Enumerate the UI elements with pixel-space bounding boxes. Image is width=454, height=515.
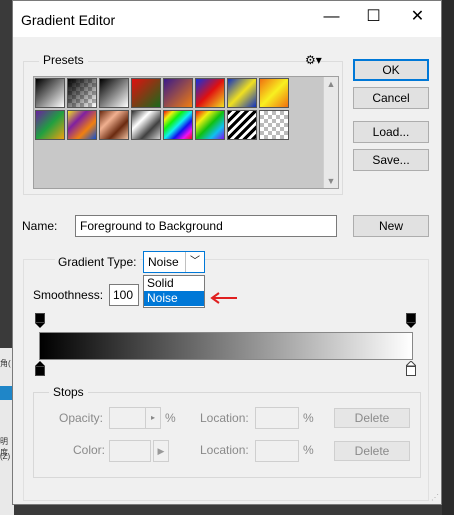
cancel-button[interactable]: Cancel <box>353 87 429 109</box>
load-button[interactable]: Load... <box>353 121 429 143</box>
color-stop-left[interactable] <box>35 361 45 377</box>
presets-label: Presets <box>39 53 88 67</box>
stops-label: Stops <box>49 385 88 399</box>
new-button[interactable]: New <box>353 215 429 237</box>
gradient-preview-bar[interactable] <box>39 332 413 360</box>
delete-color-stop-button[interactable]: Delete <box>334 441 410 461</box>
bg-text-1: 角( <box>0 359 11 368</box>
preset-swatch[interactable] <box>227 78 257 108</box>
scroll-up-icon[interactable]: ▲ <box>326 79 336 89</box>
gradient-type-select[interactable]: Noise ﹀ <box>143 251 205 273</box>
stops-group <box>33 392 421 478</box>
preset-swatch[interactable] <box>67 110 97 140</box>
gradient-type-dropdown[interactable]: Solid Noise <box>143 275 205 308</box>
gear-icon[interactable]: ⚙▾ <box>305 53 322 67</box>
location-label-opacity: Location: <box>200 411 249 425</box>
opacity-input[interactable]: ▸ <box>109 407 161 429</box>
preset-swatch[interactable] <box>35 78 65 108</box>
preset-swatch[interactable] <box>163 78 193 108</box>
preset-swatch[interactable] <box>99 78 129 108</box>
opacity-stop-right[interactable] <box>406 313 416 329</box>
location-input-opacity[interactable] <box>255 407 299 429</box>
chevron-down-icon[interactable]: ﹀ <box>185 252 204 272</box>
presets-grid: ▲ ▼ <box>33 76 339 189</box>
location-input-color[interactable] <box>255 440 299 462</box>
scroll-down-icon[interactable]: ▼ <box>326 176 336 186</box>
smoothness-input[interactable]: 100 <box>109 284 139 306</box>
window-title: Gradient Editor <box>21 12 116 28</box>
close-button[interactable]: ✕ <box>395 1 440 33</box>
preset-swatch[interactable] <box>259 78 289 108</box>
dropdown-option-solid[interactable]: Solid <box>144 276 204 291</box>
location-unit-opacity: % <box>303 411 314 425</box>
color-picker-arrow-icon[interactable]: ▶ <box>153 440 169 462</box>
resize-grip-icon[interactable]: ⋰ <box>431 493 439 502</box>
title-bar: Gradient Editor — ☐ ✕ <box>13 1 441 37</box>
opacity-label: Opacity: <box>59 411 104 425</box>
location-unit-color: % <box>303 443 314 457</box>
minimize-button[interactable]: — <box>309 1 354 33</box>
dropdown-option-noise[interactable]: Noise <box>144 291 204 306</box>
opacity-stop-left[interactable] <box>35 313 45 329</box>
gradient-editor-dialog: Gradient Editor — ☐ ✕ Presets ⚙▾ ▲ ▼ OK … <box>12 0 442 505</box>
color-label: Color: <box>73 443 106 457</box>
preset-swatch[interactable] <box>227 110 257 140</box>
bg-text-3: (Z) <box>0 452 11 461</box>
location-label-color: Location: <box>200 443 249 457</box>
preset-swatch[interactable] <box>163 110 193 140</box>
color-stop-right[interactable] <box>406 361 416 377</box>
annotation-arrow-icon <box>210 292 237 304</box>
background-app-right-edge <box>442 0 454 515</box>
save-button[interactable]: Save... <box>353 149 429 171</box>
maximize-button[interactable]: ☐ <box>351 1 396 33</box>
gradient-type-value: Noise <box>148 255 179 269</box>
presets-scrollbar[interactable]: ▲ ▼ <box>323 77 338 188</box>
color-swatch-input[interactable] <box>109 440 151 462</box>
name-input[interactable]: Foreground to Background <box>75 215 337 237</box>
smoothness-label: Smoothness: <box>33 288 104 302</box>
preset-swatch[interactable] <box>259 110 289 140</box>
preset-swatch[interactable] <box>99 110 129 140</box>
name-label: Name: <box>22 219 58 233</box>
opacity-unit: % <box>165 411 176 425</box>
preset-swatch[interactable] <box>35 110 65 140</box>
preset-swatch[interactable] <box>195 110 225 140</box>
preset-swatch[interactable] <box>131 78 161 108</box>
gradient-type-label: Gradient Type: <box>55 255 140 269</box>
delete-opacity-stop-button[interactable]: Delete <box>334 408 410 428</box>
preset-swatch[interactable] <box>131 110 161 140</box>
preset-swatch[interactable] <box>195 78 225 108</box>
ok-button[interactable]: OK <box>353 59 429 81</box>
chevron-right-icon[interactable]: ▸ <box>145 408 160 428</box>
preset-swatch[interactable] <box>67 78 97 108</box>
